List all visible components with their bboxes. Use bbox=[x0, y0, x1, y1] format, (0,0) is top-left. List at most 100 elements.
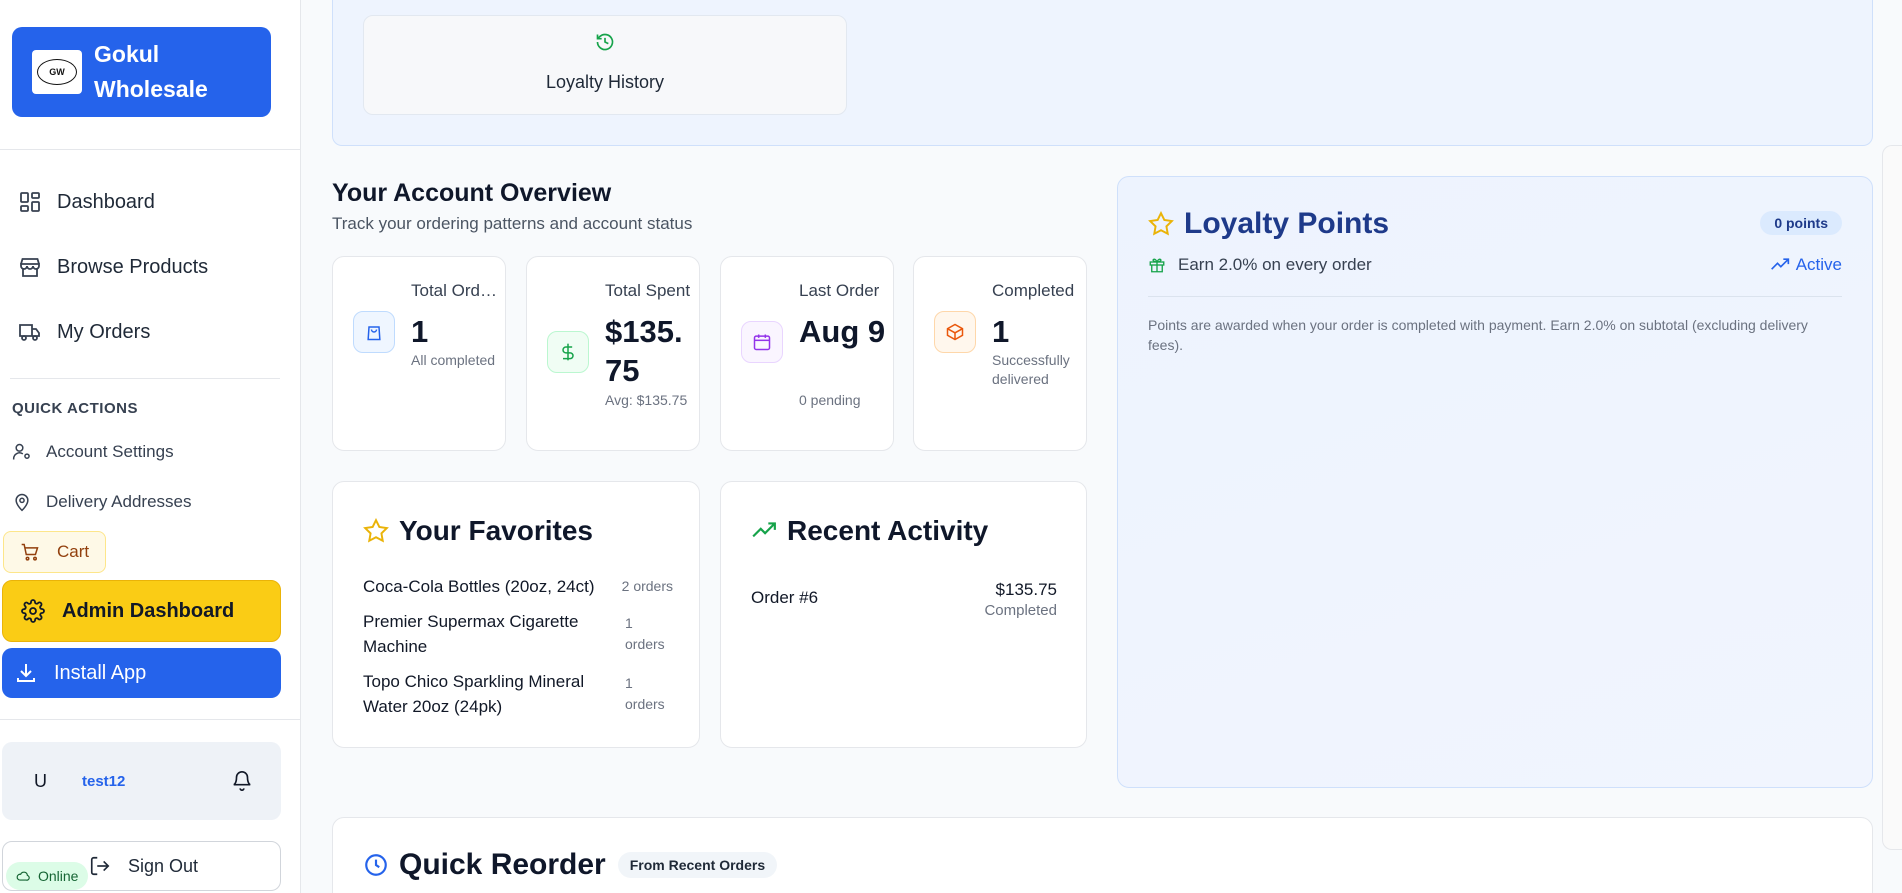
stat-label: Completed bbox=[992, 281, 1075, 300]
favorite-count: 1 orders bbox=[625, 675, 665, 712]
dollar-icon bbox=[547, 331, 589, 373]
brand-logo-mark: GW bbox=[37, 59, 77, 85]
earn-rate-text: Earn 2.0% on every order bbox=[1178, 255, 1372, 274]
stat-note: Avg: $135.75 bbox=[605, 392, 688, 408]
list-item[interactable]: Topo Chico Sparkling Mineral Water 20oz … bbox=[363, 669, 673, 719]
loyalty-divider bbox=[1148, 296, 1842, 297]
avatar[interactable]: U bbox=[34, 771, 54, 792]
username[interactable]: test12 bbox=[82, 773, 125, 790]
account-overview-title: Your Account Overview bbox=[332, 179, 612, 207]
user-card: U test12 bbox=[2, 742, 281, 820]
trending-up-icon bbox=[752, 522, 776, 538]
stat-note: 0 pending bbox=[799, 392, 861, 408]
sidebar-divider bbox=[0, 149, 300, 150]
delivery-addresses-label: Delivery Addresses bbox=[46, 492, 192, 511]
stat-label: Last Order bbox=[799, 281, 880, 300]
loyalty-points-card: Loyalty Points 0 points Earn 2.0% on eve… bbox=[1117, 176, 1873, 788]
list-item[interactable]: Coca-Cola Bottles (20oz, 24ct) 2 orders bbox=[363, 574, 673, 599]
recent-activity-title-text: Recent Activity bbox=[787, 515, 989, 546]
install-app-label: Install App bbox=[54, 661, 147, 684]
gear-icon bbox=[21, 599, 45, 623]
stat-value: 1 bbox=[411, 314, 429, 349]
brand-logo: GW bbox=[32, 50, 82, 94]
download-icon bbox=[17, 664, 35, 682]
brand-logo-block[interactable]: GW Gokul Wholesale bbox=[12, 27, 271, 117]
sidebar-item-label: Dashboard bbox=[57, 190, 155, 213]
quick-reorder-title: Quick Reorder From Recent Orders bbox=[363, 848, 778, 882]
stat-label: Total Orders bbox=[411, 281, 501, 300]
stat-card-last-order: Last Order Aug 9 0 pending bbox=[720, 256, 894, 451]
activity-meta: $135.75 Completed bbox=[984, 580, 1057, 619]
activity-row[interactable]: Order #6 $135.75 Completed bbox=[751, 580, 1057, 619]
stat-card-total-orders: Total Orders 1 All completed bbox=[332, 256, 506, 451]
star-icon bbox=[363, 518, 389, 543]
admin-dashboard-button[interactable]: Admin Dashboard bbox=[2, 580, 281, 642]
sidebar-item-my-orders[interactable]: My Orders bbox=[18, 317, 150, 347]
install-app-button[interactable]: Install App bbox=[2, 648, 281, 698]
star-icon bbox=[1148, 211, 1174, 236]
top-actions-panel: Loyalty History bbox=[332, 0, 1873, 146]
recent-activity-title: Recent Activity bbox=[751, 515, 988, 547]
online-status-badge: Online bbox=[6, 862, 89, 890]
sidebar-item-label: My Orders bbox=[57, 320, 151, 343]
account-overview-subtitle: Track your ordering patterns and account… bbox=[332, 214, 693, 233]
sidebar-item-label: Browse Products bbox=[57, 255, 209, 278]
loyalty-status-text: Active bbox=[1795, 255, 1842, 274]
gift-icon bbox=[1149, 258, 1165, 273]
sidebar-item-dashboard[interactable]: Dashboard bbox=[18, 187, 155, 217]
trending-up-icon bbox=[1770, 258, 1789, 270]
activity-order: Order #6 bbox=[751, 588, 819, 607]
stat-value: $135.75 bbox=[605, 314, 683, 388]
stat-value: Aug 9 bbox=[799, 314, 886, 349]
sign-out-label: Sign Out bbox=[128, 855, 199, 876]
stat-value: 1 bbox=[992, 314, 1010, 349]
loyalty-points-title: Loyalty Points bbox=[1148, 207, 1389, 241]
loyalty-status: Active bbox=[1770, 255, 1842, 275]
activity-amount: $135.75 bbox=[995, 580, 1057, 599]
sidebar-item-browse-products[interactable]: Browse Products bbox=[18, 252, 208, 282]
side-drawer-edge bbox=[1882, 145, 1902, 850]
dashboard-icon bbox=[20, 192, 40, 212]
loyalty-history-label: Loyalty History bbox=[545, 72, 665, 92]
cart-icon bbox=[21, 543, 39, 561]
loyalty-note: Points are awarded when your order is co… bbox=[1148, 317, 1808, 353]
stat-card-completed: Completed 1 Successfully delivered bbox=[913, 256, 1087, 451]
quick-reorder-title-text: Quick Reorder bbox=[399, 848, 606, 881]
clock-icon bbox=[365, 854, 387, 876]
sidebar-divider bbox=[0, 719, 300, 720]
favorite-count: 1 orders bbox=[625, 615, 665, 652]
quick-reorder-panel: Quick Reorder From Recent Orders bbox=[332, 817, 1873, 893]
quick-actions-title: QUICK ACTIONS bbox=[12, 400, 138, 417]
bell-icon[interactable] bbox=[231, 770, 253, 792]
sidebar: GW Gokul Wholesale Dashboard Browse Prod… bbox=[0, 0, 301, 893]
loyalty-points-title-text: Loyalty Points bbox=[1184, 207, 1390, 240]
stat-note: All completed bbox=[411, 352, 496, 368]
favorite-name: Premier Supermax Cigarette Machine bbox=[363, 612, 579, 656]
cart-label: Cart bbox=[57, 542, 90, 561]
cart-button[interactable]: Cart bbox=[3, 531, 106, 573]
user-cog-icon bbox=[12, 443, 30, 460]
stat-note: Successfully delivered bbox=[992, 352, 1070, 387]
favorites-title: Your Favorites bbox=[363, 515, 593, 547]
shopping-bag-icon bbox=[353, 311, 395, 353]
sidebar-divider bbox=[10, 378, 280, 379]
list-item[interactable]: Premier Supermax Cigarette Machine 1 ord… bbox=[363, 609, 673, 659]
map-pin-icon bbox=[15, 493, 29, 512]
quick-reorder-badge: From Recent Orders bbox=[617, 852, 778, 878]
earn-rate: Earn 2.0% on every order bbox=[1148, 255, 1372, 275]
recent-activity-card: Recent Activity Order #6 $135.75 Complet… bbox=[720, 481, 1087, 748]
cloud-icon bbox=[16, 871, 30, 881]
account-settings-label: Account Settings bbox=[46, 442, 174, 461]
calendar-icon bbox=[741, 321, 783, 363]
favorite-count: 2 orders bbox=[621, 578, 673, 594]
package-icon bbox=[934, 311, 976, 353]
delivery-addresses-link[interactable]: Delivery Addresses bbox=[12, 492, 192, 512]
favorite-name: Coca-Cola Bottles (20oz, 24ct) bbox=[363, 577, 595, 596]
online-status-label: Online bbox=[38, 868, 79, 884]
truck-icon bbox=[19, 324, 40, 341]
activity-status: Completed bbox=[984, 602, 1057, 619]
loyalty-history-button[interactable]: Loyalty History bbox=[363, 15, 847, 115]
stat-card-total-spent: Total Spent $135.75 Avg: $135.75 bbox=[526, 256, 700, 451]
brand-name: Gokul Wholesale bbox=[94, 41, 208, 102]
account-settings-link[interactable]: Account Settings bbox=[12, 442, 174, 462]
